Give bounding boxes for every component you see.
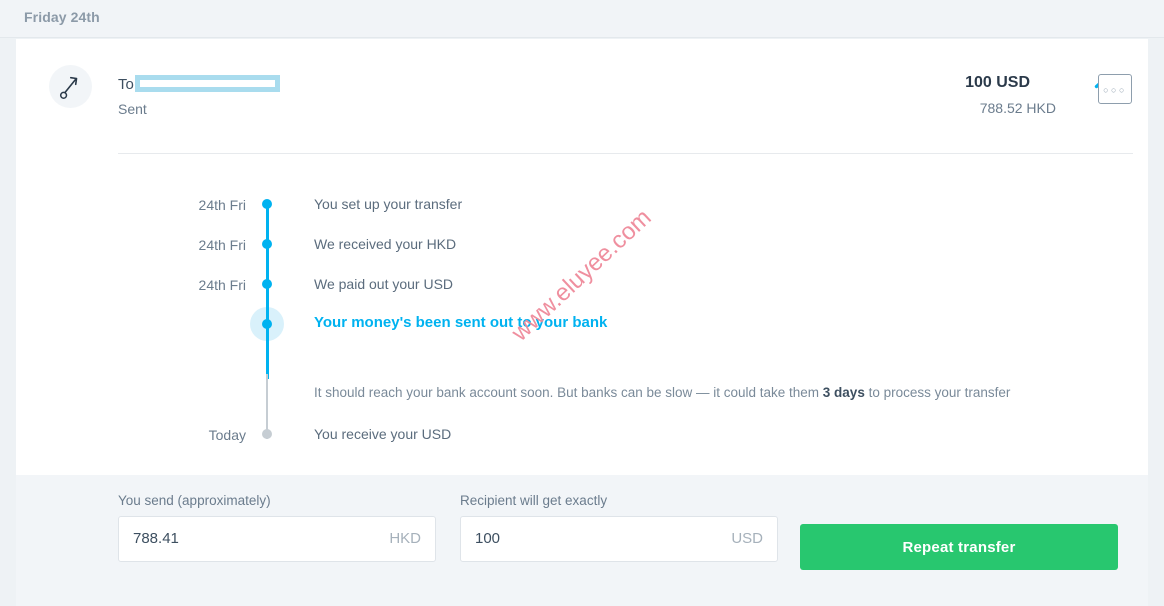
recipient-line: To xyxy=(118,75,281,93)
timeline-step: 24th Fri We received your HKD xyxy=(16,229,1148,269)
transaction-card[interactable]: To Sent 100 USD 788.52 HKD ○○○ 24th Fri … xyxy=(16,39,1148,606)
timeline-step-dot xyxy=(262,319,272,329)
recipient-prefix: To xyxy=(118,76,134,93)
timeline-step-label: We paid out your USD xyxy=(314,276,454,292)
timeline-step-dot xyxy=(262,239,272,249)
timeline-step-dot xyxy=(262,429,272,439)
timeline-note-after: to process your transfer xyxy=(864,385,1011,400)
ellipsis-icon: ○○○ xyxy=(1103,85,1127,95)
you-send-value: 788.41 xyxy=(133,530,179,547)
repeat-transfer-button[interactable]: Repeat transfer xyxy=(800,524,1118,570)
repeat-transfer-panel: You send (approximately) 788.41 HKD Reci… xyxy=(16,475,1148,606)
recipient-gets-field-group: Recipient will get exactly 100 USD xyxy=(460,493,778,562)
status-badge: Sent xyxy=(118,101,147,117)
timeline-step-label: You set up your transfer xyxy=(314,196,463,212)
day-header-strip: Friday 24th xyxy=(0,0,1164,38)
arrow-up-right-icon xyxy=(49,65,92,108)
timeline-step-dot xyxy=(262,279,272,289)
card-divider xyxy=(118,153,1133,154)
recipient-gets-currency: USD xyxy=(731,530,763,547)
amount-secondary: 788.52 HKD xyxy=(979,100,1056,116)
timeline-step: 24th Fri We paid out your USD xyxy=(16,269,1148,309)
recipient-name-redacted xyxy=(134,75,280,92)
timeline-step: 24th Fri You set up your transfer xyxy=(16,189,1148,229)
timeline-step-date: 24th Fri xyxy=(198,237,246,253)
timeline-note: It should reach your bank account soon. … xyxy=(314,385,1010,400)
transfer-timeline: 24th Fri You set up your transfer 24th F… xyxy=(16,189,1148,459)
you-send-label: You send (approximately) xyxy=(118,493,271,508)
you-send-currency: HKD xyxy=(389,530,421,547)
recipient-gets-input[interactable]: 100 USD xyxy=(460,516,778,562)
timeline-note-highlight: 3 days xyxy=(822,385,865,400)
recipient-gets-label: Recipient will get exactly xyxy=(460,493,608,508)
timeline-step-current: Your money's been sent out to your bank xyxy=(16,307,1148,349)
timeline-step-date: 24th Fri xyxy=(198,197,246,213)
amount-primary: 100 USD xyxy=(965,74,1030,91)
timeline-step-label: We received your HKD xyxy=(314,236,457,252)
timeline-step-dot xyxy=(262,199,272,209)
timeline-note-before: It should reach your bank account soon. … xyxy=(314,385,823,400)
recipient-gets-value: 100 xyxy=(475,530,501,547)
timeline-step-date: Today xyxy=(208,427,246,443)
you-send-input[interactable]: 788.41 HKD xyxy=(118,516,436,562)
more-options-button[interactable]: ○○○ xyxy=(1098,74,1132,104)
timeline-step-label: You receive your USD xyxy=(314,426,452,442)
you-send-field-group: You send (approximately) 788.41 HKD xyxy=(118,493,436,562)
day-header-label: Friday 24th xyxy=(24,9,100,25)
timeline-line-active xyxy=(266,204,269,379)
timeline-step: Today You receive your USD xyxy=(16,419,1148,459)
timeline-step-date: 24th Fri xyxy=(198,277,246,293)
timeline-step-label: Your money's been sent out to your bank xyxy=(314,314,608,331)
